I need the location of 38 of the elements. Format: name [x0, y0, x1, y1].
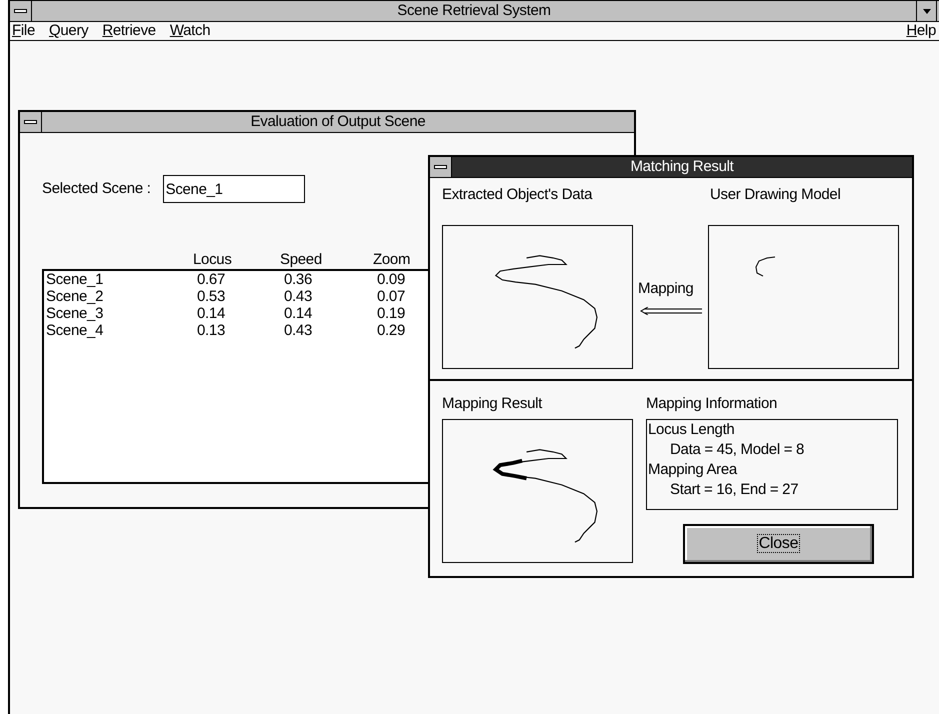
- score-value: 0.36: [283, 271, 312, 288]
- scene-name: Scene_2: [46, 288, 104, 305]
- scene-name: Scene_3: [46, 305, 104, 322]
- score-value: 0.13: [196, 322, 225, 339]
- scene-name: Scene_1: [46, 271, 104, 288]
- column-header: Zoom: [372, 251, 410, 269]
- info-detail: Data = 45, Model = 8: [669, 440, 806, 460]
- menu-item[interactable]: Help: [904, 22, 938, 40]
- column-header: Speed: [279, 251, 322, 269]
- close-button[interactable]: Close: [683, 524, 874, 564]
- score-value: 0.53: [196, 288, 225, 305]
- panel-label: Mapping Result: [442, 394, 542, 414]
- score-value: 0.67: [196, 271, 225, 288]
- info-detail: Start = 16, End = 27: [669, 480, 800, 500]
- panel-label: User Drawing Model: [710, 185, 840, 205]
- window-title: Matching Result: [629, 157, 735, 177]
- left-double-arrow-icon: [640, 307, 702, 315]
- selected-scene-field[interactable]: Scene_1: [162, 175, 305, 203]
- menu-item[interactable]: Retrieve: [100, 22, 158, 40]
- score-value: 0.43: [283, 288, 312, 305]
- score-value: 0.29: [376, 322, 405, 339]
- score-value: 0.14: [196, 305, 225, 322]
- column-header: Locus: [192, 251, 232, 269]
- panel-label: Extracted Object's Data: [442, 185, 592, 205]
- menu-item[interactable]: File: [10, 22, 37, 40]
- score-value: 0.14: [283, 305, 312, 322]
- stroke-drawing: [753, 255, 777, 279]
- menu-item[interactable]: Watch: [168, 22, 212, 40]
- score-value: 0.19: [376, 305, 405, 322]
- menu-item[interactable]: Query: [46, 22, 90, 40]
- field-label: Selected Scene :: [42, 178, 151, 199]
- scene-name: Scene_4: [46, 322, 104, 339]
- window-title: Scene Retrieval System: [396, 1, 552, 21]
- system-menu-icon[interactable]: [430, 157, 452, 177]
- score-value: 0.43: [283, 322, 312, 339]
- score-value: 0.09: [376, 271, 405, 288]
- score-value: 0.07: [376, 288, 405, 305]
- window-title: Evaluation of Output Scene: [250, 112, 426, 132]
